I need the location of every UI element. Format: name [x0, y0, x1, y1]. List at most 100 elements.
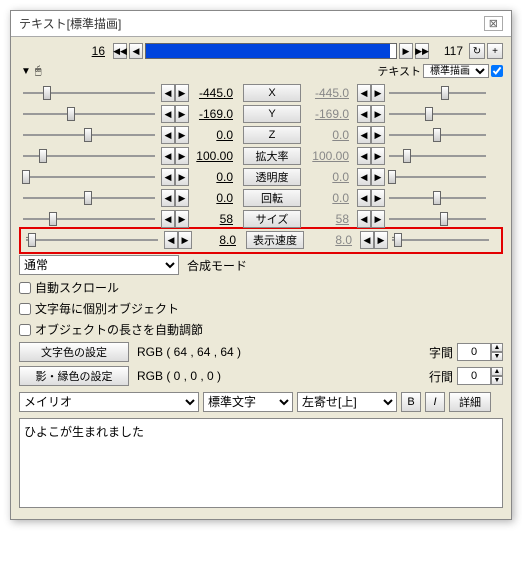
per-char-check[interactable] [19, 303, 31, 315]
slider-left[interactable] [19, 168, 159, 186]
value-left[interactable]: -169.0 [189, 107, 239, 121]
slider-right[interactable] [385, 210, 490, 228]
dec-icon[interactable]: ◀ [357, 189, 371, 207]
dec-icon[interactable]: ◀ [164, 231, 178, 249]
collapse-icon[interactable]: ▼ [21, 66, 31, 77]
param-name-button[interactable]: 回転 [243, 189, 301, 207]
dec-icon[interactable]: ◀ [161, 84, 175, 102]
slider-left[interactable] [19, 84, 159, 102]
bold-button[interactable]: B [401, 392, 421, 412]
param-name-button[interactable]: 透明度 [243, 168, 301, 186]
italic-button[interactable]: I [425, 392, 445, 412]
value-left[interactable]: 100.00 [189, 149, 239, 163]
value-right[interactable]: 8.0 [308, 233, 358, 247]
loop-icon[interactable]: ↻ [469, 43, 485, 59]
slider-left[interactable] [19, 126, 159, 144]
text-color-button[interactable]: 文字色の設定 [19, 342, 129, 362]
dec-icon[interactable]: ◀ [357, 84, 371, 102]
param-name-button[interactable]: Y [243, 105, 301, 123]
step-back-icon[interactable]: ◀ [129, 43, 143, 59]
slider-right[interactable]: – [388, 231, 493, 249]
inc-icon[interactable]: ▶ [371, 84, 385, 102]
inc-icon[interactable]: ▶ [374, 231, 388, 249]
value-left[interactable]: 0.0 [189, 170, 239, 184]
value-right[interactable]: 100.00 [305, 149, 355, 163]
slider-left[interactable]: – [22, 231, 162, 249]
slider-left[interactable] [19, 105, 159, 123]
inc-icon[interactable]: ▶ [371, 105, 385, 123]
param-name-button[interactable]: Z [243, 126, 301, 144]
text-input[interactable] [19, 418, 503, 508]
inc-icon[interactable]: ▶ [175, 147, 189, 165]
auto-len-check[interactable] [19, 324, 31, 336]
spin-down-icon[interactable]: ▼ [491, 376, 503, 385]
inc-icon[interactable]: ▶ [175, 168, 189, 186]
inc-icon[interactable]: ▶ [371, 168, 385, 186]
timeline-bar[interactable] [145, 43, 397, 59]
timeline-end[interactable]: 117 [431, 44, 467, 58]
ffwd-icon[interactable]: ▶▶ [415, 43, 429, 59]
value-right[interactable]: -445.0 [305, 86, 355, 100]
inc-icon[interactable]: ▶ [371, 210, 385, 228]
value-left[interactable]: -445.0 [189, 86, 239, 100]
slider-right[interactable] [385, 126, 490, 144]
timeline-start[interactable]: 16 [19, 44, 111, 58]
section-enable-check[interactable] [491, 65, 503, 77]
value-left[interactable]: 0.0 [189, 191, 239, 205]
dec-icon[interactable]: ◀ [161, 105, 175, 123]
param-name-button[interactable]: 表示速度 [246, 231, 304, 249]
mode-combo[interactable]: 標準描画 [423, 64, 489, 78]
detail-button[interactable]: 詳細 [449, 392, 491, 412]
inc-icon[interactable]: ▶ [175, 126, 189, 144]
inc-icon[interactable]: ▶ [175, 189, 189, 207]
value-right[interactable]: 58 [305, 212, 355, 226]
dec-icon[interactable]: ◀ [357, 210, 371, 228]
dec-icon[interactable]: ◀ [161, 189, 175, 207]
slider-left[interactable] [19, 189, 159, 207]
close-icon[interactable]: ⊠ [484, 16, 503, 31]
slider-right[interactable] [385, 84, 490, 102]
rewind-icon[interactable]: ◀◀ [113, 43, 127, 59]
value-left[interactable]: 8.0 [192, 233, 242, 247]
step-fwd-icon[interactable]: ▶ [399, 43, 413, 59]
spin-up-icon[interactable]: ▲ [491, 343, 503, 352]
dec-icon[interactable]: ◀ [161, 168, 175, 186]
line-space-input[interactable] [457, 367, 491, 385]
value-left[interactable]: 0.0 [189, 128, 239, 142]
value-left[interactable]: 58 [189, 212, 239, 226]
param-name-button[interactable]: X [243, 84, 301, 102]
slider-right[interactable] [385, 147, 490, 165]
value-right[interactable]: 0.0 [305, 128, 355, 142]
param-name-button[interactable]: サイズ [243, 210, 301, 228]
inc-icon[interactable]: ▶ [175, 105, 189, 123]
dec-icon[interactable]: ◀ [357, 168, 371, 186]
style-combo[interactable]: 標準文字 [203, 392, 293, 412]
dec-icon[interactable]: ◀ [360, 231, 374, 249]
dec-icon[interactable]: ◀ [357, 126, 371, 144]
shadow-color-button[interactable]: 影・縁色の設定 [19, 366, 129, 386]
inc-icon[interactable]: ▶ [371, 126, 385, 144]
inc-icon[interactable]: ▶ [371, 189, 385, 207]
slider-left[interactable] [19, 210, 159, 228]
compose-mode-combo[interactable]: 通常 [19, 255, 179, 275]
auto-scroll-check[interactable] [19, 282, 31, 294]
char-space-input[interactable] [457, 343, 491, 361]
font-combo[interactable]: メイリオ [19, 392, 199, 412]
inc-icon[interactable]: ▶ [175, 210, 189, 228]
plus-icon[interactable]: + [487, 43, 503, 59]
dec-icon[interactable]: ◀ [357, 147, 371, 165]
dec-icon[interactable]: ◀ [161, 126, 175, 144]
inc-icon[interactable]: ▶ [175, 84, 189, 102]
value-right[interactable]: 0.0 [305, 170, 355, 184]
spin-up-icon[interactable]: ▲ [491, 367, 503, 376]
dec-icon[interactable]: ◀ [357, 105, 371, 123]
dec-icon[interactable]: ◀ [161, 147, 175, 165]
slider-right[interactable] [385, 189, 490, 207]
inc-icon[interactable]: ▶ [371, 147, 385, 165]
inc-icon[interactable]: ▶ [178, 231, 192, 249]
slider-right[interactable] [385, 105, 490, 123]
value-right[interactable]: 0.0 [305, 191, 355, 205]
value-right[interactable]: -169.0 [305, 107, 355, 121]
align-combo[interactable]: 左寄せ[上] [297, 392, 397, 412]
spin-down-icon[interactable]: ▼ [491, 352, 503, 361]
